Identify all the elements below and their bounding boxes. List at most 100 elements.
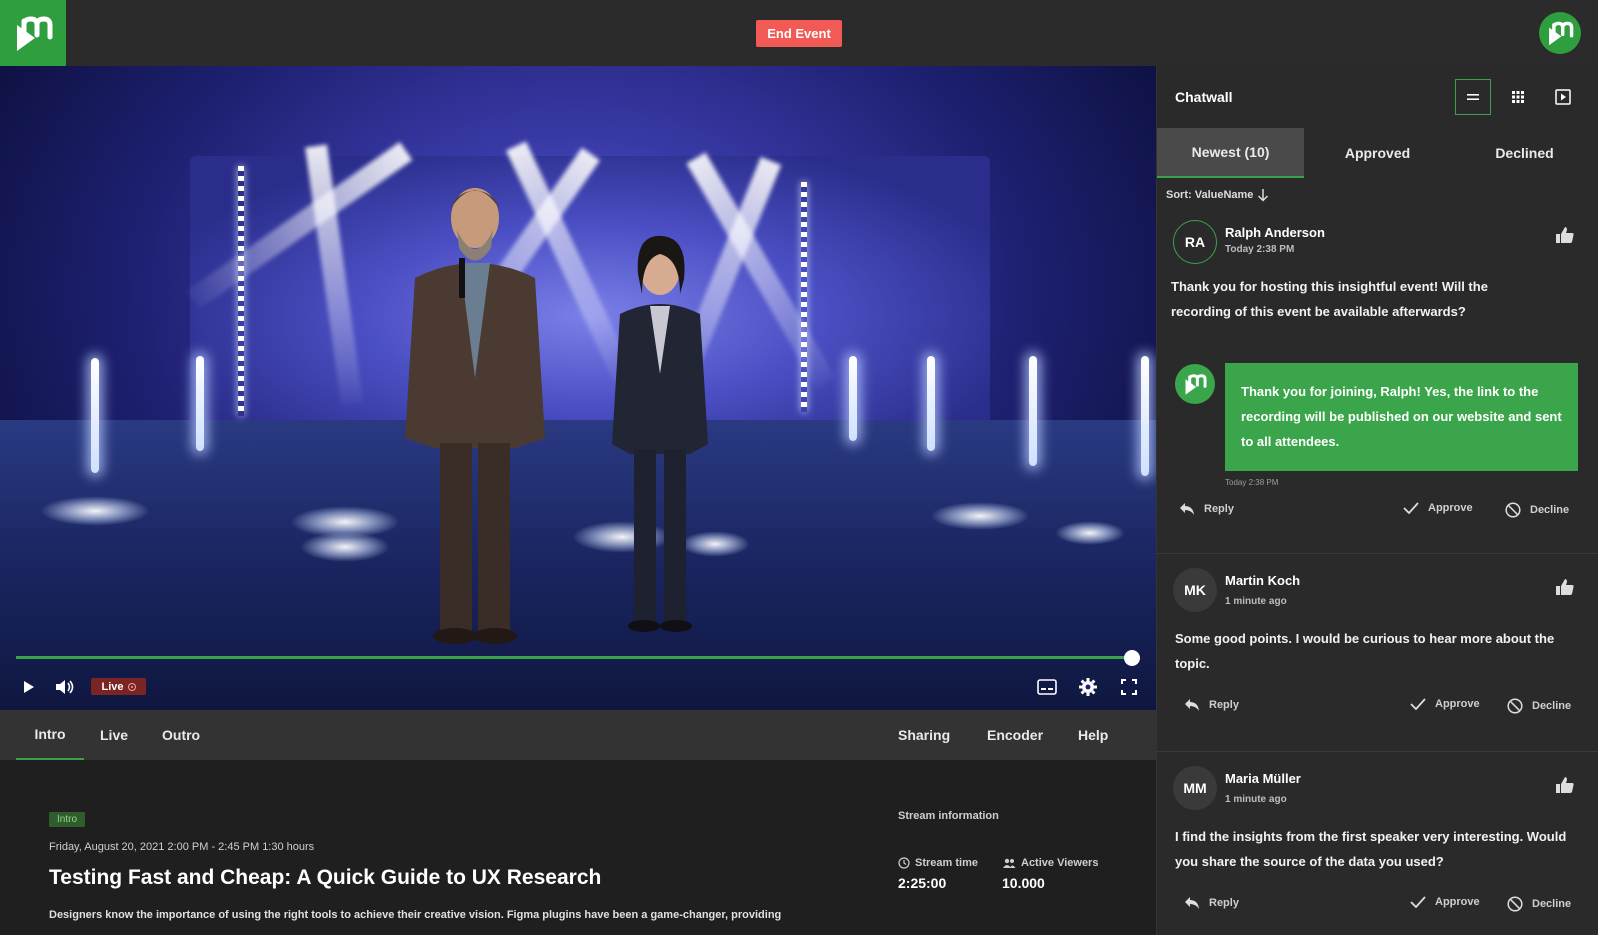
reply-icon <box>1185 897 1199 909</box>
reply-time: Today 2:38 PM <box>1225 478 1279 487</box>
check-icon <box>1410 698 1426 710</box>
app-logo[interactable] <box>0 0 66 66</box>
light-bar <box>91 358 99 473</box>
block-icon <box>1507 896 1523 912</box>
tab-help[interactable]: Help <box>1078 710 1108 760</box>
message-text: Thank you for hosting this insightful ev… <box>1171 279 1488 319</box>
live-label: Live <box>101 680 124 693</box>
message-time: 1 minute ago <box>1225 794 1287 805</box>
stream-time-label: Stream time <box>898 857 978 869</box>
chatwall-title: Chatwall <box>1175 89 1233 105</box>
like-button[interactable] <box>1555 578 1575 601</box>
progress-handle[interactable] <box>1124 650 1140 666</box>
message-time: 1 minute ago <box>1225 596 1287 607</box>
like-button[interactable] <box>1555 776 1575 799</box>
decline-button[interactable]: Decline <box>1505 502 1569 518</box>
reply-button[interactable]: Reply <box>1184 698 1239 712</box>
decline-button[interactable]: Decline <box>1507 698 1571 714</box>
stream-info-heading: Stream information <box>898 810 999 822</box>
list-view-icon <box>1467 94 1479 100</box>
avatar: MM <box>1173 766 1217 810</box>
floor-spot <box>930 502 1030 530</box>
reply-button[interactable]: Reply <box>1184 896 1239 910</box>
fullscreen-icon <box>1121 679 1137 695</box>
avatar: RA <box>1173 220 1217 264</box>
brand-logo-icon <box>1549 21 1574 46</box>
reply-icon <box>1185 699 1199 711</box>
author-name: Maria Müller <box>1225 771 1301 786</box>
gear-icon <box>1079 678 1097 696</box>
list-view-button[interactable] <box>1455 79 1491 115</box>
light-bar <box>849 356 857 441</box>
tab-encoder[interactable]: Encoder <box>987 710 1043 760</box>
avatar: MK <box>1173 568 1217 612</box>
stream-time-text: Stream time <box>915 857 978 869</box>
active-viewers-label: Active Viewers <box>1002 857 1098 869</box>
thumbs-up-icon <box>1556 227 1574 243</box>
event-tabs: Intro Live Outro Sharing Encoder Help <box>0 710 1156 760</box>
subtitles-icon <box>1037 679 1057 695</box>
progress-bar[interactable] <box>16 656 1132 659</box>
sort-label: Sort: ValueName <box>1166 189 1254 201</box>
tab-declined[interactable]: Declined <box>1451 128 1598 178</box>
tab-approved[interactable]: Approved <box>1304 128 1451 178</box>
end-event-button[interactable]: End Event <box>756 20 842 47</box>
segment-tag: Intro <box>49 812 86 827</box>
decline-label: Decline <box>1532 898 1572 910</box>
fullscreen-button[interactable] <box>1119 677 1139 697</box>
message-time: Today 2:38 PM <box>1225 244 1295 255</box>
video-player[interactable] <box>0 66 1156 710</box>
host-reply-bubble: Thank you for joining, Ralph! Yes, the l… <box>1225 363 1578 471</box>
reply-label: Reply <box>1209 699 1239 711</box>
tab-newest[interactable]: Newest (10) <box>1157 128 1304 178</box>
message-text: Some good points. I would be curious to … <box>1175 631 1555 671</box>
message-text: I find the insights from the first speak… <box>1175 829 1567 869</box>
presenter-male <box>405 188 545 644</box>
decline-label: Decline <box>1530 504 1570 516</box>
tab-live[interactable]: Live <box>100 710 128 760</box>
live-badge: Live <box>91 678 146 695</box>
approve-button[interactable]: Approve <box>1410 896 1480 908</box>
tab-sharing[interactable]: Sharing <box>898 710 950 760</box>
tab-intro[interactable]: Intro <box>16 710 84 760</box>
approve-button[interactable]: Approve <box>1403 502 1473 514</box>
presentation-view-button[interactable] <box>1545 79 1581 115</box>
volume-button[interactable] <box>52 677 76 697</box>
floor-spot <box>40 496 150 526</box>
subtitles-button[interactable] <box>1035 677 1059 697</box>
approve-button[interactable]: Approve <box>1410 698 1480 710</box>
play-icon <box>24 681 34 693</box>
top-bar: End Event <box>0 0 1598 66</box>
message-divider <box>1157 751 1598 752</box>
stream-time-value: 2:25:00 <box>898 875 947 891</box>
chat-message: MK Martin Koch 1 minute ago Some good po… <box>1157 566 1598 746</box>
floor-spot <box>1055 521 1125 545</box>
event-title: Testing Fast and Cheap: A Quick Guide to… <box>49 866 602 889</box>
like-button[interactable] <box>1555 226 1575 249</box>
chatwall-panel: Chatwall Newest (10) Approved Declined S… <box>1156 66 1598 935</box>
sort-control[interactable]: Sort: ValueName <box>1166 188 1269 202</box>
play-button[interactable] <box>18 677 38 697</box>
user-avatar[interactable] <box>1539 12 1581 54</box>
approve-label: Approve <box>1435 698 1480 710</box>
block-icon <box>1507 698 1523 714</box>
light-bar <box>196 356 204 451</box>
settings-button[interactable] <box>1077 676 1099 698</box>
check-icon <box>1403 502 1419 514</box>
reply-button[interactable]: Reply <box>1179 502 1234 516</box>
event-description: Designers know the importance of using t… <box>49 909 782 921</box>
author-name: Ralph Anderson <box>1225 225 1325 240</box>
presenter-female <box>612 235 708 632</box>
grid-view-button[interactable] <box>1500 79 1536 115</box>
decline-button[interactable]: Decline <box>1507 896 1571 912</box>
message-divider <box>1157 553 1598 554</box>
thumbs-up-icon <box>1556 579 1574 595</box>
approve-label: Approve <box>1435 896 1480 908</box>
active-viewers-value: 10.000 <box>1002 875 1045 891</box>
reply-icon <box>1180 503 1194 515</box>
active-viewers-text: Active Viewers <box>1021 857 1099 869</box>
stage-floor <box>0 420 1156 710</box>
tab-outro[interactable]: Outro <box>162 710 200 760</box>
event-date: Friday, August 20, 2021 2:00 PM - 2:45 P… <box>49 841 315 853</box>
clock-icon <box>898 857 910 869</box>
